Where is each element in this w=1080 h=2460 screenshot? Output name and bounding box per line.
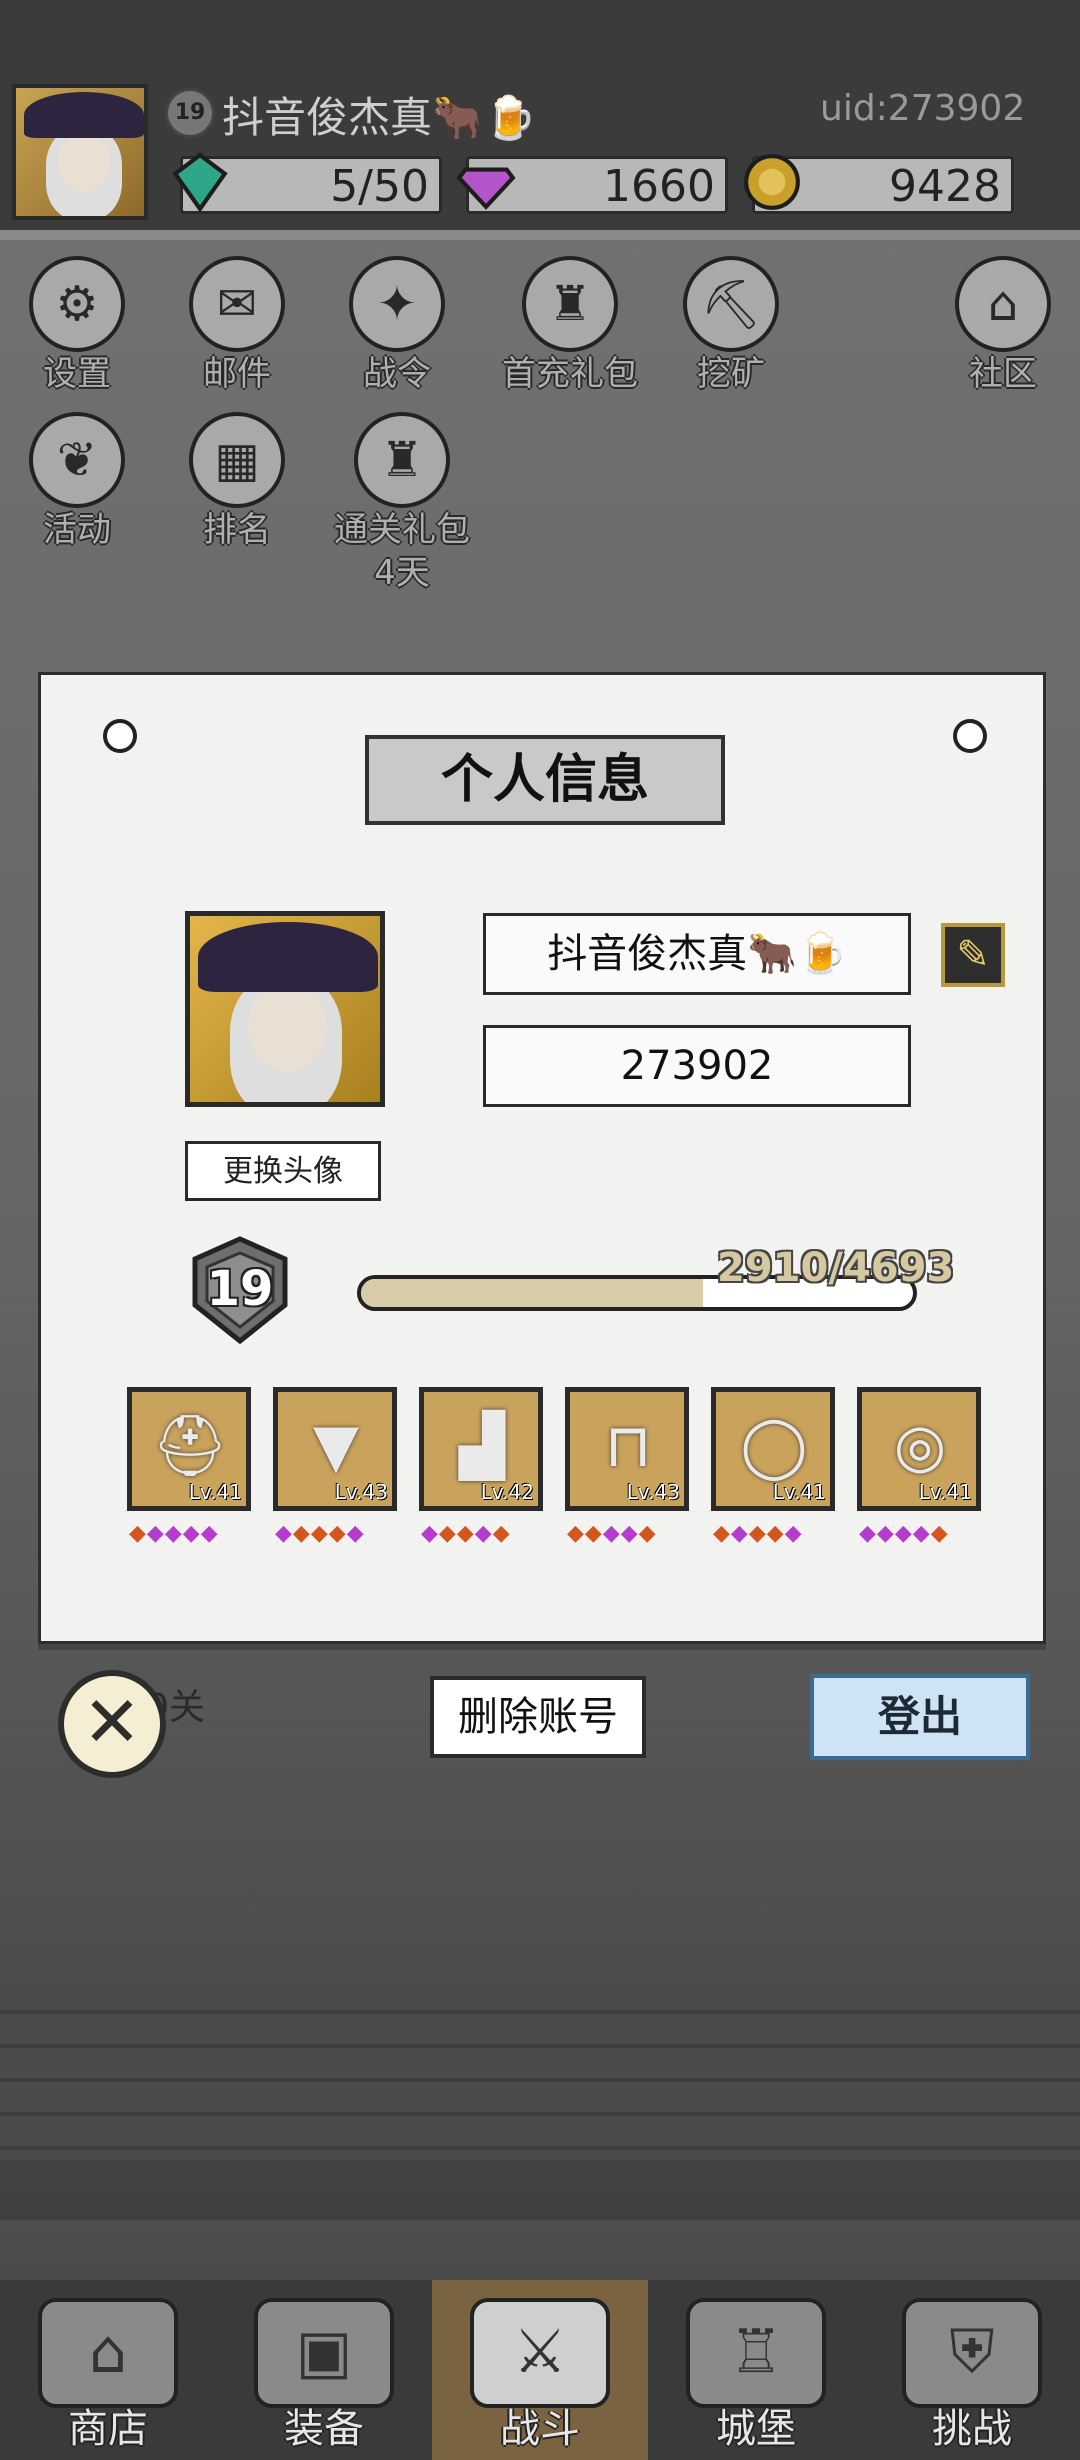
gem-diamond-icon: ◆ (421, 1521, 439, 1546)
equipment-gem-row: ◆◆◆◆◆ (421, 1521, 511, 1546)
nav-label: 商店 (68, 2406, 148, 2452)
equipment-gem-row: ◆◆◆◆◆ (567, 1521, 657, 1546)
crossed-swords-icon: ⚔ (470, 2298, 610, 2408)
gem-diamond-icon: ◆ (584, 1521, 603, 1546)
player-name: 抖音俊杰真🐂🍺 (222, 93, 537, 142)
panel-title: 个人信息 (365, 735, 725, 825)
equipment-level: Lv.43 (626, 1480, 680, 1504)
gem-diamond-icon: ◆ (894, 1521, 913, 1546)
nav-tab-4[interactable]: ⛨ 挑战 (864, 2280, 1080, 2460)
gem-diamond-icon: ◆ (492, 1521, 511, 1546)
equipment-gem-row: ◆◆◆◆◆ (129, 1521, 219, 1546)
gem-diamond-icon: ◆ (730, 1521, 749, 1546)
boots-icon: ▟ (458, 1411, 506, 1481)
gem-diamond-icon: ◆ (346, 1521, 365, 1546)
nav-label: 城堡 (716, 2406, 796, 2452)
exp-progress-fill (361, 1279, 704, 1307)
equipment-level: Lv.43 (334, 1480, 388, 1504)
gem-diamond-icon: ◆ (328, 1521, 347, 1546)
exp-text: 2910/4693 (717, 1245, 955, 1291)
helmet-icon: ⛑ (151, 1411, 229, 1481)
equipment-slot[interactable]: ⊓ Lv.43 (565, 1387, 689, 1511)
logout-button[interactable]: 登出 (810, 1674, 1030, 1760)
nav-tab-2[interactable]: ⚔ 战斗 (432, 2280, 648, 2460)
equipment-gem-row: ◆◆◆◆◆ (713, 1521, 803, 1546)
purple-diamond-icon (456, 167, 516, 210)
gem-diamond-icon: ◆ (602, 1521, 621, 1546)
gem-diamond-icon: ◆ (456, 1521, 475, 1546)
ring-icon: ◯ (740, 1411, 808, 1481)
equipment-bag-icon: ▣ (254, 2298, 394, 2408)
equipment-level: Lv.42 (480, 1480, 534, 1504)
energy-counter[interactable]: 5/50 (172, 152, 442, 214)
nav-label: 装备 (284, 2406, 364, 2452)
nickname-field: 抖音俊杰真🐂🍺 (483, 913, 911, 995)
change-avatar-button[interactable]: 更换头像 (185, 1141, 381, 1201)
cloak-icon: ▼ (312, 1411, 360, 1481)
diamond-counter[interactable]: 1660 (456, 156, 728, 214)
gold-coin-icon (744, 154, 800, 210)
pin-right (953, 719, 987, 753)
gem-diamond-icon: ◆ (474, 1521, 493, 1546)
equipment-slot[interactable]: ⛑ Lv.41 (127, 1387, 251, 1511)
nav-tab-0[interactable]: ⌂ 商店 (0, 2280, 216, 2460)
gem-diamond-icon: ◆ (275, 1521, 293, 1546)
challenge-shield-icon: ⛨ (902, 2298, 1042, 2408)
player-level-badge: 19 (165, 88, 215, 138)
gem-diamond-icon: ◆ (620, 1521, 639, 1546)
equipment-gem-row: ◆◆◆◆◆ (275, 1521, 365, 1546)
uid-field: 273902 (483, 1025, 911, 1107)
edit-name-button[interactable]: ✎ (941, 923, 1005, 987)
nav-label: 挑战 (932, 2406, 1012, 2452)
pencil-icon: ✎ (956, 932, 990, 978)
gem-diamond-icon: ◆ (930, 1521, 949, 1546)
nav-tab-3[interactable]: ♖ 城堡 (648, 2280, 864, 2460)
profile-panel: 个人信息 更换头像 抖音俊杰真🐂🍺 ✎ 273902 19 2910/4693 … (38, 672, 1046, 1644)
nav-label: 战斗 (500, 2406, 580, 2452)
profile-portrait (185, 911, 385, 1107)
gem-diamond-icon: ◆ (912, 1521, 931, 1546)
player-uid: uid:273902 (820, 88, 1026, 129)
close-button[interactable]: ✕ (58, 1670, 166, 1778)
necklace-icon: ◎ (893, 1411, 947, 1481)
equipment-level: Lv.41 (772, 1480, 826, 1504)
equipment-slot[interactable]: ▟ Lv.42 (419, 1387, 543, 1511)
castle-icon: ♖ (686, 2298, 826, 2408)
gem-diamond-icon: ◆ (310, 1521, 329, 1546)
equipment-level: Lv.41 (918, 1480, 972, 1504)
equipment-gem-row: ◆◆◆◆◆ (859, 1521, 949, 1546)
gem-diamond-icon: ◆ (784, 1521, 803, 1546)
gem-diamond-icon: ◆ (200, 1521, 219, 1546)
gem-diamond-icon: ◆ (766, 1521, 785, 1546)
gem-diamond-icon: ◆ (129, 1521, 147, 1546)
equipment-slot[interactable]: ◎ Lv.41 (857, 1387, 981, 1511)
gold-counter[interactable]: 9428 (744, 154, 1014, 214)
shop-icon: ⌂ (38, 2298, 178, 2408)
player-avatar[interactable] (12, 84, 148, 220)
profile-level: 19 (206, 1261, 274, 1317)
equipment-slot[interactable]: ◯ Lv.41 (711, 1387, 835, 1511)
gem-diamond-icon: ◆ (146, 1521, 165, 1546)
gem-diamond-icon: ◆ (182, 1521, 201, 1546)
delete-account-button[interactable]: 删除账号 (430, 1676, 646, 1758)
gem-diamond-icon: ◆ (292, 1521, 311, 1546)
gem-diamond-icon: ◆ (438, 1521, 457, 1546)
gem-diamond-icon: ◆ (164, 1521, 183, 1546)
pin-left (103, 719, 137, 753)
gem-diamond-icon: ◆ (876, 1521, 895, 1546)
equipment-slot[interactable]: ▼ Lv.43 (273, 1387, 397, 1511)
gem-diamond-icon: ◆ (859, 1521, 877, 1546)
equipment-level: Lv.41 (188, 1480, 242, 1504)
gem-diamond-icon: ◆ (567, 1521, 585, 1546)
close-icon: ✕ (82, 1681, 142, 1763)
gem-diamond-icon: ◆ (638, 1521, 657, 1546)
green-gem-icon (172, 152, 228, 213)
nav-tab-1[interactable]: ▣ 装备 (216, 2280, 432, 2460)
gem-diamond-icon: ◆ (748, 1521, 767, 1546)
gem-diamond-icon: ◆ (713, 1521, 731, 1546)
pants-icon: ⊓ (604, 1411, 652, 1481)
